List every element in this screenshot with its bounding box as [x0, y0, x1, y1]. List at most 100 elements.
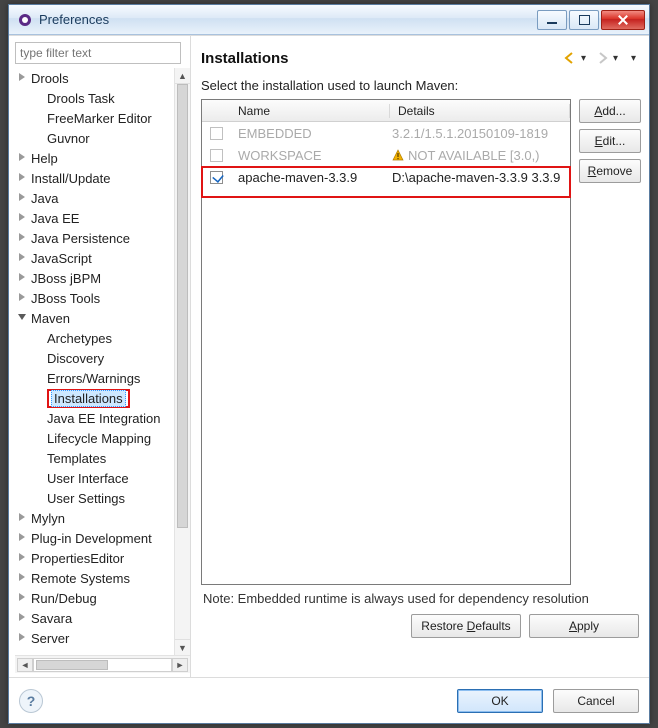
twisty-none [33, 492, 45, 504]
row-name: WORKSPACE [230, 148, 390, 163]
forward-button[interactable] [593, 49, 611, 67]
tree-item-label: Remote Systems [31, 571, 130, 586]
tree-item-label: Java [31, 191, 58, 206]
expand-icon[interactable] [17, 592, 29, 604]
tree-item-label: Install/Update [31, 171, 111, 186]
expand-icon[interactable] [17, 172, 29, 184]
tree-item-label: Lifecycle Mapping [47, 431, 151, 446]
twisty-none [33, 372, 45, 384]
help-button[interactable]: ? [19, 689, 43, 713]
twisty-none [33, 332, 45, 344]
table-row[interactable]: apache-maven-3.3.9D:\apache-maven-3.3.9 … [202, 166, 570, 188]
tree-item[interactable]: JBoss Tools [15, 288, 190, 308]
tree-item[interactable]: Drools [15, 68, 190, 88]
page-menu-caret[interactable]: ▾ [631, 53, 641, 64]
expand-icon[interactable] [17, 152, 29, 164]
apply-button[interactable]: Apply [529, 614, 639, 638]
twisty-none [33, 92, 45, 104]
expand-icon[interactable] [17, 212, 29, 224]
expand-icon[interactable] [17, 612, 29, 624]
tree-item[interactable]: Guvnor [15, 128, 190, 148]
tree-item[interactable]: Discovery [15, 348, 190, 368]
installations-table[interactable]: Name Details EMBEDDED3.2.1/1.5.1.2015010… [201, 99, 571, 585]
expand-icon[interactable] [17, 272, 29, 284]
tree-item-label: Archetypes [47, 331, 112, 346]
tree-item[interactable]: Savara [15, 608, 190, 628]
expand-icon[interactable] [17, 72, 29, 84]
ok-button[interactable]: OK [457, 689, 543, 713]
warning-icon [392, 149, 404, 161]
col-name[interactable]: Name [230, 104, 390, 118]
tree-item-label: Templates [47, 451, 106, 466]
col-details[interactable]: Details [390, 104, 570, 118]
tree-item-label: Java EE Integration [47, 411, 160, 426]
tree-item[interactable]: Java EE Integration [15, 408, 190, 428]
expand-icon[interactable] [17, 292, 29, 304]
tree-item[interactable]: Java [15, 188, 190, 208]
tree-item[interactable]: Plug-in Development [15, 528, 190, 548]
tree-item[interactable]: Maven [15, 308, 190, 328]
expand-icon[interactable] [17, 512, 29, 524]
tree-item[interactable]: JBoss jBPM [15, 268, 190, 288]
tree-item[interactable]: Installations [15, 388, 190, 408]
restore-defaults-button[interactable]: Restore Defaults [411, 614, 521, 638]
cancel-button[interactable]: Cancel [553, 689, 639, 713]
tree-item[interactable]: Archetypes [15, 328, 190, 348]
tree-item[interactable]: Run/Debug [15, 588, 190, 608]
row-checkbox[interactable] [210, 171, 223, 184]
tree-vertical-scrollbar[interactable]: ▲▼ [174, 68, 190, 655]
expand-icon[interactable] [17, 232, 29, 244]
tree-item-label: Plug-in Development [31, 531, 152, 546]
tree-item[interactable]: Java EE [15, 208, 190, 228]
table-row[interactable]: WORKSPACENOT AVAILABLE [3.0,) [202, 144, 570, 166]
back-button[interactable] [561, 49, 579, 67]
maximize-button[interactable] [569, 10, 599, 30]
tree-item-label: Drools Task [47, 91, 115, 106]
tree-item-label: User Interface [47, 471, 129, 486]
tree-item-label: Java Persistence [31, 231, 130, 246]
tree-item[interactable]: Templates [15, 448, 190, 468]
forward-menu-caret[interactable]: ▾ [613, 53, 623, 64]
tree-item[interactable]: Mylyn [15, 508, 190, 528]
tree-item-label: Maven [31, 311, 70, 326]
twisty-none [33, 112, 45, 124]
add-button[interactable]: Add... [579, 99, 641, 123]
minimize-button[interactable] [537, 10, 567, 30]
tree-item[interactable]: Server [15, 628, 190, 648]
expand-icon[interactable] [17, 252, 29, 264]
twisty-none [33, 452, 45, 464]
tree-item[interactable]: Install/Update [15, 168, 190, 188]
tree-item[interactable]: JavaScript [15, 248, 190, 268]
back-menu-caret[interactable]: ▾ [581, 53, 591, 64]
filter-input[interactable] [15, 42, 181, 64]
edit-button[interactable]: Edit... [579, 129, 641, 153]
tree-item[interactable]: User Settings [15, 488, 190, 508]
tree-item-label: JBoss Tools [31, 291, 100, 306]
tree-item[interactable]: PropertiesEditor [15, 548, 190, 568]
twisty-none [33, 472, 45, 484]
tree-item-label: Drools [31, 71, 69, 86]
titlebar[interactable]: Preferences [9, 5, 649, 35]
remove-button[interactable]: Remove [579, 159, 641, 183]
expand-icon[interactable] [17, 532, 29, 544]
tree-item[interactable]: Lifecycle Mapping [15, 428, 190, 448]
page-description: Select the installation used to launch M… [201, 74, 641, 99]
tree-item[interactable]: User Interface [15, 468, 190, 488]
tree-item-label: Savara [31, 611, 72, 626]
preferences-tree[interactable]: Drools Drools Task FreeMarker EditorGuvnor… [15, 68, 190, 648]
twisty-none [33, 432, 45, 444]
close-button[interactable] [601, 10, 645, 30]
tree-item[interactable]: Drools Task [15, 88, 190, 108]
expand-icon[interactable] [17, 192, 29, 204]
tree-horizontal-scrollbar[interactable]: ◄ ► [15, 655, 190, 673]
tree-item[interactable]: Help [15, 148, 190, 168]
expand-icon[interactable] [17, 552, 29, 564]
tree-item[interactable]: Java Persistence [15, 228, 190, 248]
collapse-icon[interactable] [17, 312, 29, 324]
tree-item[interactable]: FreeMarker Editor [15, 108, 190, 128]
tree-item[interactable]: Errors/Warnings [15, 368, 190, 388]
tree-item[interactable]: Remote Systems [15, 568, 190, 588]
expand-icon[interactable] [17, 572, 29, 584]
expand-icon[interactable] [17, 632, 29, 644]
table-row[interactable]: EMBEDDED3.2.1/1.5.1.20150109-1819 [202, 122, 570, 144]
